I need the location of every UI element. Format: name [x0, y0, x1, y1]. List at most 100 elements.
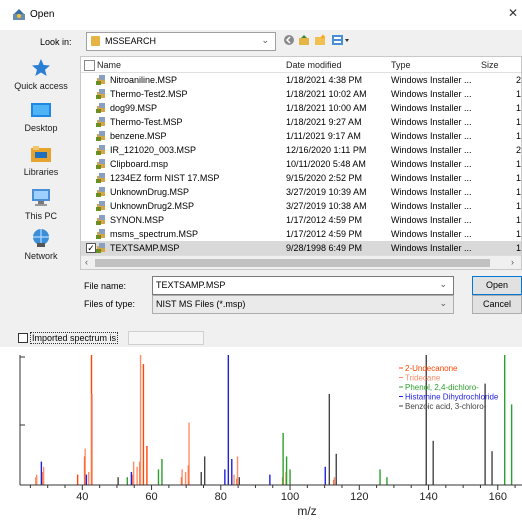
open-button[interactable]: Open — [472, 276, 522, 295]
file-row[interactable]: UnknownDrug.MSP 3/27/2019 10:39 AM Windows… — [81, 185, 522, 199]
file-name: 1234EZ form NIST 17.MSP — [110, 173, 220, 183]
file-date: 12/16/2020 1:11 PM — [286, 145, 367, 155]
msp-file-icon — [96, 131, 105, 141]
star-icon — [32, 59, 50, 76]
legend-entry: 2-Undecanone — [405, 364, 458, 373]
chevron-down-icon: ⌄ — [261, 35, 269, 45]
libraries-icon — [31, 146, 51, 162]
file-name: SYNON.MSP — [110, 215, 165, 225]
file-row[interactable]: SYNON.MSP 1/17/2012 4:59 PM Windows Instal… — [81, 213, 521, 227]
place-desktop[interactable]: Desktop — [6, 102, 76, 133]
place-label: Libraries — [23, 167, 59, 177]
select-all-checkbox[interactable] — [84, 60, 95, 71]
back-icon[interactable] — [283, 34, 295, 46]
file-type: Windows Installer ... — [391, 89, 472, 99]
lookin-dropdown[interactable]: MSSEARCH ⌄ — [86, 32, 276, 51]
file-type: Windows Installer ... — [391, 201, 472, 211]
legend-entry: Benzoic acid, 3-chloro- — [405, 402, 487, 411]
msp-file-icon — [96, 187, 105, 197]
column-name[interactable]: Name — [97, 60, 121, 70]
scroll-right-icon[interactable]: › — [511, 257, 514, 267]
spectrum-chart: 40 60 80 100 120 140 160 m/z 2-UndecanoneTridec… — [0, 347, 522, 520]
file-list-header: Name Date modified Type Size — [81, 57, 521, 73]
lookin-label: Look in: — [40, 37, 72, 47]
file-size: 2 — [516, 75, 522, 85]
file-date: 1/18/2021 10:00 AM — [286, 103, 367, 113]
file-row[interactable]: Clipboard.msp 10/11/2020 5:48 AM Windows I… — [81, 157, 521, 171]
scroll-left-icon[interactable]: ‹ — [85, 257, 88, 267]
column-date[interactable]: Date modified — [286, 60, 342, 70]
file-row[interactable]: UnknownDrug2.MSP 3/27/2019 10:38 AM Window… — [81, 199, 522, 213]
file-name: Thermo-Test.MSP — [110, 117, 183, 127]
column-size[interactable]: Size — [481, 60, 499, 70]
file-row[interactable]: 1234EZ form NIST 17.MSP 9/15/2020 2:52 PM… — [81, 171, 521, 185]
close-button[interactable]: ✕ — [508, 6, 518, 20]
imported-spectrum-select[interactable] — [128, 331, 204, 345]
file-name: IR_121020_003.MSP — [110, 145, 197, 155]
computer-icon — [32, 189, 50, 206]
file-size: 1 — [516, 243, 522, 253]
horizontal-scrollbar[interactable]: ‹ › — [81, 255, 521, 269]
row-checkbox[interactable]: ✓ — [86, 243, 96, 253]
new-folder-icon[interactable] — [314, 34, 326, 46]
file-date: 9/15/2020 2:52 PM — [286, 173, 363, 183]
file-size: 1 — [516, 187, 522, 197]
file-size: 2 — [516, 145, 522, 155]
file-type: Windows Installer ... — [391, 173, 472, 183]
file-row[interactable]: IR_121020_003.MSP 12/16/2020 1:11 PM Windo… — [81, 143, 522, 157]
place-libraries[interactable]: Libraries — [6, 144, 76, 177]
place-this-pc[interactable]: This PC — [6, 188, 76, 221]
file-type: Windows Installer ... — [391, 229, 472, 239]
view-menu-icon[interactable] — [331, 34, 351, 46]
file-list[interactable]: Name Date modified Type Size Nitroanilin… — [80, 56, 522, 270]
network-icon — [33, 229, 49, 247]
msp-file-icon — [96, 173, 105, 183]
imported-spectrum-checkbox[interactable] — [18, 333, 28, 343]
file-size: 1 — [516, 201, 522, 211]
column-type[interactable]: Type — [391, 60, 411, 70]
file-name: dog99.MSP — [110, 103, 158, 113]
filetype-select[interactable]: NIST MS Files (*.msp) ⌄ — [152, 295, 454, 314]
file-date: 3/27/2019 10:39 AM — [286, 187, 367, 197]
file-row[interactable]: ✓ TEXTSAMP.MSP 9/28/1998 6:49 PM Windows In… — [81, 241, 522, 255]
x-tick-label: 80 — [215, 491, 227, 503]
place-quick-access[interactable]: Quick access — [6, 58, 76, 91]
msp-file-icon — [96, 159, 105, 169]
scroll-thumb[interactable] — [95, 259, 490, 267]
x-tick-label: 160 — [489, 491, 507, 503]
file-date: 3/27/2019 10:38 AM — [286, 201, 367, 211]
x-tick-label: 120 — [350, 491, 368, 503]
msp-file-icon — [96, 201, 105, 211]
desktop-icon — [31, 103, 51, 117]
file-row[interactable]: Thermo-Test.MSP 1/18/2021 9:27 AM Windows … — [81, 115, 521, 129]
place-label: Quick access — [14, 81, 68, 91]
imported-spectrum-row: Imported spectrum is — [18, 331, 204, 345]
imported-spectrum-label: Imported spectrum is — [30, 332, 119, 344]
lookin-folder: MSSEARCH — [105, 36, 157, 46]
file-row[interactable]: dog99.MSP 1/18/2021 10:00 AM Windows Insta… — [81, 101, 521, 115]
msp-file-icon — [96, 75, 105, 85]
place-network[interactable]: Network — [6, 228, 76, 261]
msp-file-icon — [96, 229, 105, 239]
file-row[interactable]: Nitroaniline.MSP 1/18/2021 4:38 PM Windows… — [81, 73, 522, 87]
app-icon — [13, 9, 25, 20]
file-date: 1/18/2021 4:38 PM — [286, 75, 363, 85]
place-label: This PC — [24, 211, 57, 221]
msp-file-icon — [96, 145, 105, 155]
chevron-down-icon: ⌄ — [439, 298, 447, 308]
cancel-button[interactable]: Cancel — [472, 295, 522, 314]
filename-value: TEXTSAMP.MSP — [156, 280, 226, 290]
file-type: Windows Installer ... — [391, 103, 472, 113]
chevron-down-icon[interactable]: ⌄ — [439, 279, 447, 290]
file-row[interactable]: Thermo-Test2.MSP 1/18/2021 10:02 AM Window… — [81, 87, 522, 101]
msp-file-icon — [96, 243, 105, 253]
file-row[interactable]: msms_spectrum.MSP 1/17/2012 4:59 PM Window… — [81, 227, 521, 241]
file-type: Windows Installer ... — [391, 187, 472, 197]
filename-input[interactable]: TEXTSAMP.MSP ⌄ — [152, 276, 454, 295]
up-folder-icon[interactable] — [298, 34, 310, 46]
file-size: 1 — [516, 89, 522, 99]
file-row[interactable]: benzene.MSP 1/11/2021 9:17 AM Windows Inst… — [81, 129, 522, 143]
file-date: 1/17/2012 4:59 PM — [286, 229, 363, 239]
x-tick-label: 60 — [145, 491, 157, 503]
file-size: 1 — [516, 131, 522, 141]
